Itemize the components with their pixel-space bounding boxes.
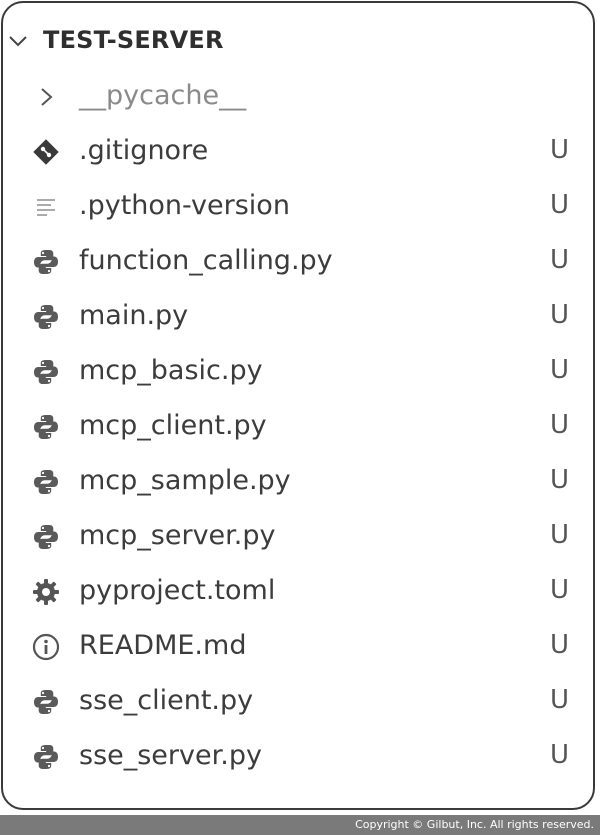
info-icon: [31, 632, 61, 662]
python-icon: [31, 412, 61, 442]
gear-icon: [31, 577, 61, 607]
python-icon: [31, 687, 61, 717]
git-status: U: [549, 190, 569, 220]
tree-item-pycache[interactable]: __pycache__: [3, 70, 593, 122]
python-icon: [31, 742, 61, 772]
tree-item-function-calling[interactable]: function_calling.py U: [3, 235, 593, 287]
git-status: U: [549, 520, 569, 550]
tree-item-label: sse_server.py: [79, 740, 262, 771]
text-lines-icon: [31, 192, 61, 222]
git-status: U: [549, 575, 569, 605]
folder-name: TEST-SERVER: [43, 26, 224, 54]
tree-item-sse-server[interactable]: sse_server.py U: [3, 730, 593, 782]
tree-item-gitignore[interactable]: .gitignore U: [3, 125, 593, 177]
tree-item-readme[interactable]: README.md U: [3, 620, 593, 672]
python-icon: [31, 522, 61, 552]
git-status: U: [549, 740, 569, 770]
tree-item-main[interactable]: main.py U: [3, 290, 593, 342]
tree-item-pyproject[interactable]: pyproject.toml U: [3, 565, 593, 617]
tree-item-mcp-client[interactable]: mcp_client.py U: [3, 400, 593, 452]
git-status: U: [549, 245, 569, 275]
tree-item-label: function_calling.py: [79, 245, 333, 276]
git-status: U: [549, 135, 569, 165]
tree-item-mcp-basic[interactable]: mcp_basic.py U: [3, 345, 593, 397]
python-icon: [31, 357, 61, 387]
tree-item-label: sse_client.py: [79, 685, 254, 716]
tree-item-label: __pycache__: [79, 80, 247, 111]
tree-item-label: main.py: [79, 300, 189, 331]
tree-item-label: .gitignore: [79, 135, 209, 166]
python-icon: [31, 247, 61, 277]
python-icon: [31, 302, 61, 332]
tree-item-mcp-server[interactable]: mcp_server.py U: [3, 510, 593, 562]
tree-item-mcp-sample[interactable]: mcp_sample.py U: [3, 455, 593, 507]
tree-item-sse-client[interactable]: sse_client.py U: [3, 675, 593, 727]
git-status: U: [549, 355, 569, 385]
chevron-down-icon: [9, 36, 27, 47]
python-icon: [31, 467, 61, 497]
git-status: U: [549, 410, 569, 440]
copyright-text: Copyright © Gilbut, Inc. All rights rese…: [355, 818, 594, 831]
copyright-bar: Copyright © Gilbut, Inc. All rights rese…: [0, 815, 600, 835]
tree-item-label: mcp_basic.py: [79, 355, 263, 386]
tree-item-label: mcp_server.py: [79, 520, 276, 551]
tree-item-label: pyproject.toml: [79, 575, 276, 606]
git-icon: [31, 137, 61, 167]
folder-header-test-server[interactable]: TEST-SERVER: [3, 20, 593, 64]
tree-item-label: mcp_client.py: [79, 410, 267, 441]
explorer-panel: TEST-SERVER __pycache__ .gitignore U .py…: [1, 1, 595, 810]
git-status: U: [549, 685, 569, 715]
tree-item-python-version[interactable]: .python-version U: [3, 180, 593, 232]
git-status: U: [549, 630, 569, 660]
chevron-right-icon: [31, 82, 61, 112]
tree-item-label: README.md: [79, 630, 247, 661]
git-status: U: [549, 300, 569, 330]
tree-item-label: .python-version: [79, 190, 290, 221]
tree-item-label: mcp_sample.py: [79, 465, 291, 496]
git-status: U: [549, 465, 569, 495]
